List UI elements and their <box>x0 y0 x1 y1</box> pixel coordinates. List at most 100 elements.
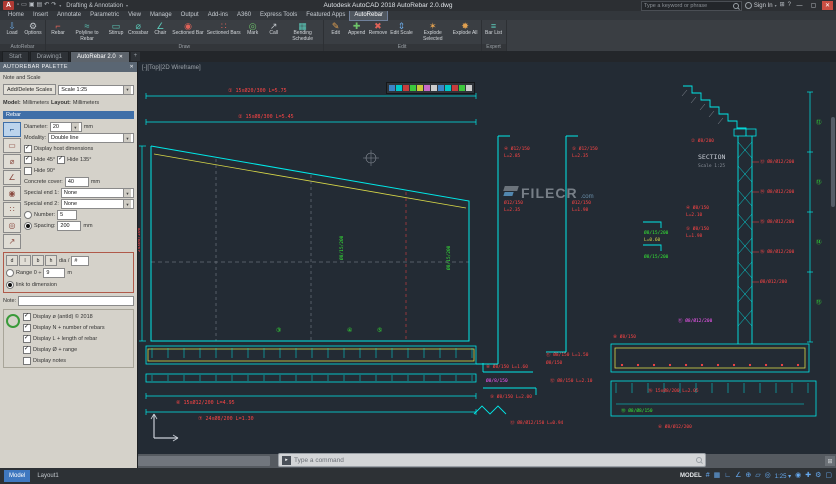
layout-tab-model[interactable]: Model <box>4 470 31 482</box>
horizontal-scrollbar-thumb[interactable] <box>138 456 270 466</box>
file-tab-drawing1[interactable]: Drawing1 <box>29 51 70 62</box>
chair-tool-button[interactable]: ∠ <box>3 170 21 185</box>
osnap-icon[interactable]: ⊕ <box>745 469 751 483</box>
stirrup-button[interactable]: ▭ Stirrup <box>106 21 126 37</box>
link-to-dimension-radio[interactable] <box>6 281 14 289</box>
range-field[interactable]: 9 <box>43 268 66 278</box>
polyline-to-rebar-button[interactable]: ≈ Polyline to Rebar <box>69 21 105 42</box>
marks-checkbox-3[interactable] <box>23 345 31 354</box>
call-tool-button[interactable]: ↗ <box>3 234 21 249</box>
menu-tab-featured-apps[interactable]: Featured Apps <box>302 11 349 20</box>
search-icon[interactable] <box>732 2 739 9</box>
crossbar-button[interactable]: ⌀ Crossbar <box>127 21 149 37</box>
hide-45-checkbox[interactable] <box>24 155 32 164</box>
load-button[interactable]: ⇩ Load <box>2 21 22 37</box>
close-tab-icon[interactable]: ✕ <box>119 52 123 62</box>
toolbar-color-swatch[interactable] <box>403 85 409 91</box>
explode-all-button[interactable]: ✸ Explode All <box>452 21 479 37</box>
vertical-scrollbar[interactable] <box>830 62 836 454</box>
rebar-button[interactable]: ⌐ Rebar <box>48 21 68 37</box>
minimize-button[interactable]: — <box>794 1 805 10</box>
autoscale-icon[interactable]: ✚ <box>805 469 811 483</box>
menu-tab-view[interactable]: View <box>124 11 145 20</box>
menu-tab-autorebar[interactable]: AutoRebar <box>349 10 389 21</box>
marks-checkbox-2[interactable] <box>23 334 31 343</box>
toolbar-color-swatch[interactable] <box>438 85 444 91</box>
redo-icon[interactable]: ↷ <box>51 1 56 10</box>
new-tab-button[interactable]: + <box>130 52 140 61</box>
toolbar-color-swatch[interactable] <box>424 85 430 91</box>
marks-checkbox-0[interactable] <box>23 312 31 321</box>
model-space-label[interactable]: MODEL <box>680 473 702 479</box>
marks-checkbox-4[interactable] <box>23 356 31 365</box>
snap-icon[interactable]: ▦ <box>714 469 721 483</box>
sectioned-bar-button[interactable]: ◉ Sectioned Bar <box>171 21 204 37</box>
bar-list-button[interactable]: ≡ Bar List <box>484 21 504 37</box>
save-icon[interactable]: ▣ <box>29 1 35 10</box>
modality-select[interactable]: Double line ▼ <box>48 133 134 143</box>
toolbar-color-swatch[interactable] <box>452 85 458 91</box>
horizontal-scrollbar[interactable]: ▸ Type a command ⊞ <box>138 453 836 468</box>
open-file-icon[interactable]: ▭ <box>21 1 27 10</box>
sectioned-bar-type-button-l[interactable]: l <box>19 255 31 266</box>
number-field[interactable]: 5 <box>57 210 78 220</box>
toolbar-color-swatch[interactable] <box>417 85 423 91</box>
sign-in-button[interactable]: Sign In ▾ <box>744 2 777 9</box>
menu-tab-annotate[interactable]: Annotate <box>53 11 85 20</box>
toolbar-color-swatch[interactable] <box>445 85 451 91</box>
menu-tab-insert[interactable]: Insert <box>29 11 52 20</box>
sectioned-bar-type-button-b[interactable]: b <box>32 255 44 266</box>
remove-button[interactable]: ✖ Remove <box>368 21 389 37</box>
crossbar-tool-button[interactable]: ⌀ <box>3 154 21 169</box>
command-search-icon[interactable] <box>696 457 702 463</box>
sectioned-bars-tool-button[interactable]: ∷ <box>3 202 21 217</box>
close-button[interactable]: ✕ <box>822 1 833 10</box>
note-field[interactable] <box>18 296 134 306</box>
menu-tab-manage[interactable]: Manage <box>146 11 176 20</box>
file-tab-start[interactable]: Start <box>2 51 29 62</box>
call-button[interactable]: ↗ Call <box>264 21 284 37</box>
explode-selected-button[interactable]: ✶ Explode Selected <box>415 21 451 42</box>
number-radio[interactable] <box>24 211 32 219</box>
lineweight-icon[interactable]: ▱ <box>755 469 760 483</box>
app-store-icon[interactable]: ⊞ <box>780 1 785 10</box>
mark-button[interactable]: ◎ Mark <box>243 21 263 37</box>
edit-scale-button[interactable]: ⇕ Edit Scale <box>389 21 414 37</box>
scrollbar-corner-button[interactable]: ⊞ <box>825 456 835 466</box>
toolbar-color-swatch[interactable] <box>410 85 416 91</box>
options-button[interactable]: ⚙ Options <box>23 21 43 37</box>
menu-tab-parametric[interactable]: Parametric <box>86 11 123 20</box>
vertical-scrollbar-thumb[interactable] <box>831 117 835 207</box>
sectioned-bar-type-button-h[interactable]: h <box>45 255 57 266</box>
annotation-visibility-icon[interactable]: ◉ <box>795 469 801 483</box>
command-line[interactable]: ▸ Type a command <box>278 453 706 467</box>
palette-header[interactable]: AUTOREBAR PALETTE ✕ <box>0 62 137 72</box>
workspace-chevron-icon[interactable]: ▾ <box>126 3 128 8</box>
menu-tab-express-tools[interactable]: Express Tools <box>256 11 301 20</box>
polar-tracking-icon[interactable]: ∠ <box>735 469 741 483</box>
chair-button[interactable]: ∠ Chair <box>150 21 170 37</box>
menu-tab-a360[interactable]: A360 <box>233 11 255 20</box>
hide-135-checkbox[interactable] <box>57 155 66 164</box>
undo-icon[interactable]: ↶ <box>44 1 49 10</box>
edit-button[interactable]: ✎ Edit <box>326 21 346 37</box>
toolbar-color-swatch[interactable] <box>466 85 472 91</box>
command-prompt-icon[interactable]: ▸ <box>282 455 291 465</box>
add-delete-scales-button[interactable]: Add/Delete Scales <box>3 84 57 95</box>
maximize-button[interactable]: ▢ <box>808 1 819 10</box>
quick-access-chevron-icon[interactable]: ▾ <box>59 3 61 8</box>
ortho-icon[interactable]: ∟ <box>724 469 731 483</box>
diameter-select[interactable]: 20 ▼ <box>49 122 82 132</box>
plot-icon[interactable]: ▤ <box>36 1 42 10</box>
layout-tab-layout1[interactable]: Layout1 <box>32 470 63 482</box>
count-field[interactable]: # <box>71 255 90 266</box>
bending-schedule-button[interactable]: ▦ Bending Schedule <box>285 21 321 42</box>
stirrup-tool-button[interactable]: ▭ <box>3 138 21 153</box>
append-button[interactable]: ✚ Append <box>347 21 367 37</box>
sectioned-bar-type-button-d[interactable]: d <box>6 255 18 266</box>
menu-tab-home[interactable]: Home <box>4 11 28 20</box>
toolbar-color-swatch[interactable] <box>459 85 465 91</box>
annotation-scale-control[interactable]: 1:25 ▾ <box>775 473 791 480</box>
clean-screen-icon[interactable]: ▢ <box>825 469 832 483</box>
special-end-2-select[interactable]: None ▼ <box>60 199 134 209</box>
